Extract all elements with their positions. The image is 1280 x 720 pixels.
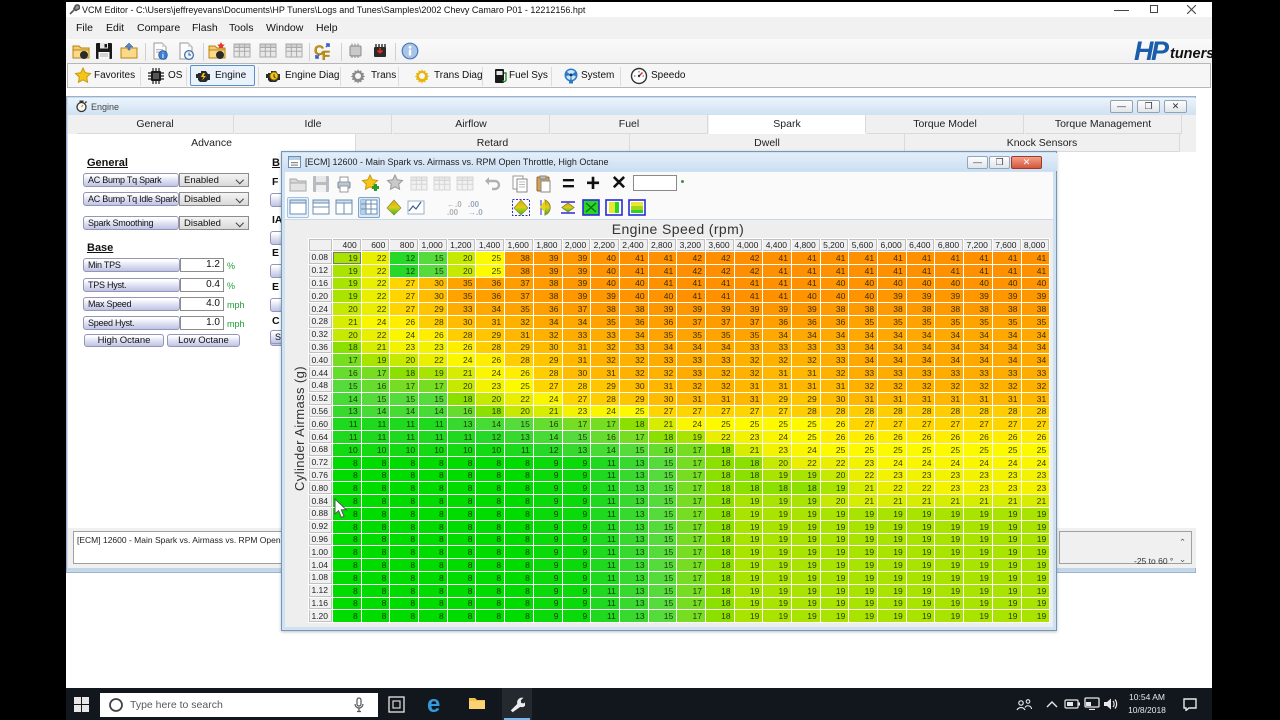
svg-text:i: i [162, 53, 164, 60]
svg-text:F: F [322, 48, 330, 60]
svg-text:.00: .00 [447, 208, 459, 217]
svg-text:→.0: →.0 [468, 208, 483, 217]
